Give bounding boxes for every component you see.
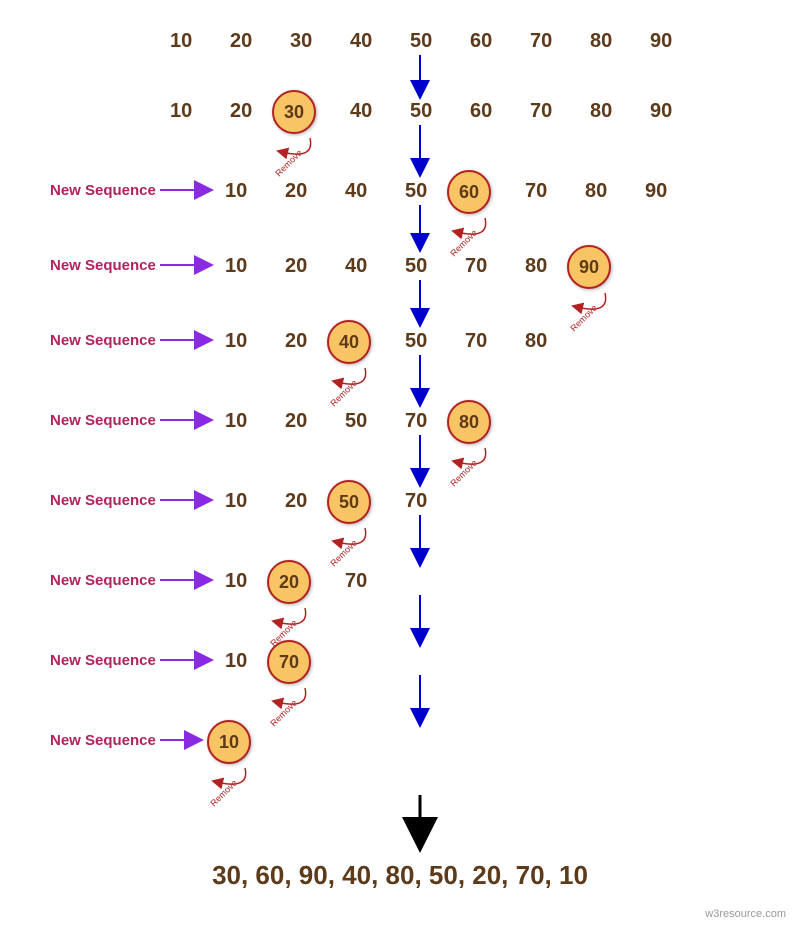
- remove-label: Remove: [568, 303, 599, 334]
- new-sequence-label: New Sequence: [50, 732, 156, 749]
- sequence-number: 70: [345, 570, 367, 593]
- sequence-number: 80: [585, 180, 607, 203]
- circled-number: 30: [272, 90, 316, 134]
- sequence-number: 10: [225, 255, 247, 278]
- sequence-number: 10: [225, 490, 247, 513]
- sequence-number: 80: [525, 330, 547, 353]
- sequence-number: 40: [345, 255, 367, 278]
- sequence-number: 10: [170, 100, 192, 123]
- new-sequence-label: New Sequence: [50, 332, 156, 349]
- sequence-number: 50: [410, 30, 432, 53]
- sequence-number: 70: [465, 330, 487, 353]
- new-sequence-label: New Sequence: [50, 257, 156, 274]
- sequence-number: 60: [470, 30, 492, 53]
- sequence-number: 40: [350, 100, 372, 123]
- sequence-number: 20: [285, 410, 307, 433]
- circled-number: 10: [207, 720, 251, 764]
- sequence-number: 20: [285, 330, 307, 353]
- remove-label: Remove: [208, 778, 239, 809]
- sequence-number: 80: [590, 30, 612, 53]
- sequence-number: 70: [530, 100, 552, 123]
- sequence-number: 90: [645, 180, 667, 203]
- sequence-number: 70: [530, 30, 552, 53]
- sequence-number: 60: [470, 100, 492, 123]
- sequence-number: 50: [405, 330, 427, 353]
- sequence-number: 20: [285, 180, 307, 203]
- sequence-number: 10: [225, 180, 247, 203]
- new-sequence-label: New Sequence: [50, 572, 156, 589]
- new-sequence-label: New Sequence: [50, 652, 156, 669]
- remove-label: Remove: [273, 148, 304, 179]
- sequence-number: 40: [350, 30, 372, 53]
- circled-number: 90: [567, 245, 611, 289]
- sequence-number: 90: [650, 30, 672, 53]
- remove-label: Remove: [448, 228, 479, 259]
- result-sequence: 30, 60, 90, 40, 80, 50, 20, 70, 10: [150, 860, 650, 891]
- circled-number: 80: [447, 400, 491, 444]
- remove-label: Remove: [328, 378, 359, 409]
- sequence-number: 10: [225, 410, 247, 433]
- attribution: w3resource.com: [705, 908, 786, 920]
- sequence-number: 10: [225, 570, 247, 593]
- new-sequence-label: New Sequence: [50, 492, 156, 509]
- sequence-number: 20: [230, 30, 252, 53]
- sequence-number: 20: [285, 255, 307, 278]
- sequence-number: 30: [290, 30, 312, 53]
- sequence-number: 70: [405, 410, 427, 433]
- circled-number: 20: [267, 560, 311, 604]
- new-sequence-label: New Sequence: [50, 182, 156, 199]
- sequence-number: 50: [410, 100, 432, 123]
- sequence-number: 10: [225, 330, 247, 353]
- sequence-number: 50: [405, 180, 427, 203]
- sequence-number: 20: [285, 490, 307, 513]
- sequence-number: 90: [650, 100, 672, 123]
- sequence-number: 20: [230, 100, 252, 123]
- sequence-number: 70: [525, 180, 547, 203]
- sequence-number: 50: [405, 255, 427, 278]
- sequence-number: 80: [525, 255, 547, 278]
- new-sequence-label: New Sequence: [50, 412, 156, 429]
- remove-label: Remove: [448, 458, 479, 489]
- remove-label: Remove: [328, 538, 359, 569]
- sequence-number: 50: [345, 410, 367, 433]
- sequence-number: 10: [170, 30, 192, 53]
- circled-number: 60: [447, 170, 491, 214]
- sequence-number: 70: [405, 490, 427, 513]
- sequence-number: 10: [225, 650, 247, 673]
- sequence-number: 80: [590, 100, 612, 123]
- remove-label: Remove: [268, 698, 299, 729]
- circled-number: 40: [327, 320, 371, 364]
- circled-number: 50: [327, 480, 371, 524]
- sequence-number: 40: [345, 180, 367, 203]
- sequence-number: 70: [465, 255, 487, 278]
